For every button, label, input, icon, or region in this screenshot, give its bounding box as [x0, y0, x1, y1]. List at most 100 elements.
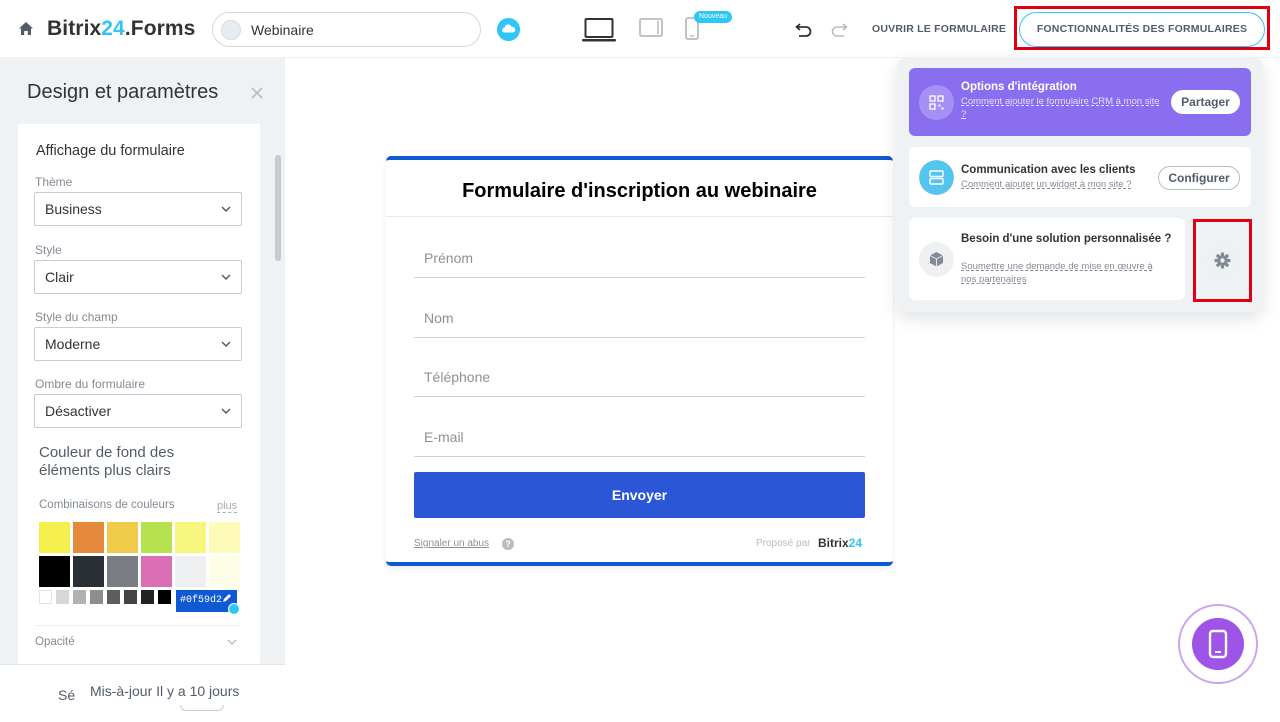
color-combos-label: Combinaisons de couleurs: [39, 499, 175, 511]
communication-title: Communication avec les clients: [961, 164, 1136, 176]
app-brand: Bitrix24.Forms: [47, 17, 196, 40]
color-swatch[interactable]: [175, 556, 206, 587]
color-swatch[interactable]: [39, 522, 70, 553]
redo-icon[interactable]: [830, 21, 848, 37]
feature-integration[interactable]: Options d'intégration Comment ajouter le…: [909, 68, 1251, 136]
mobile-preview-icon[interactable]: [1192, 618, 1244, 670]
form-thumbnail-icon: [221, 20, 241, 40]
divider: [386, 216, 893, 217]
chevron-down-icon: [221, 274, 231, 281]
integration-title: Options d'intégration: [961, 81, 1077, 93]
last-name-field[interactable]: [414, 298, 865, 338]
opacity-label: Opacité: [35, 636, 75, 648]
style-value: Clair: [45, 269, 74, 285]
gray-swatch[interactable]: [73, 590, 86, 604]
color-swatch[interactable]: [175, 522, 206, 553]
close-icon[interactable]: [250, 86, 264, 100]
configure-button[interactable]: Configurer: [1158, 166, 1240, 190]
section-form-display: Affichage du formulaire: [36, 143, 185, 159]
save-button[interactable]: Sé: [58, 687, 75, 703]
last-name-input[interactable]: [424, 308, 824, 328]
gray-swatch[interactable]: [39, 590, 52, 604]
cloud-save-icon[interactable]: [497, 18, 520, 41]
chevron-down-icon: [221, 206, 231, 213]
footer-tooltip-tail: [180, 705, 224, 711]
form-name-input[interactable]: [251, 21, 471, 39]
bitrix24-logo[interactable]: Bitrix24: [818, 536, 862, 550]
chevron-down-icon[interactable]: [227, 638, 237, 646]
color-swatch[interactable]: [39, 556, 70, 587]
update-status: Mis-à-jour Il y a 10 jours: [90, 683, 240, 699]
feature-client-communication[interactable]: Communication avec les clients Comment a…: [909, 147, 1251, 207]
form-shadow-select[interactable]: Désactiver: [34, 394, 242, 428]
undo-icon[interactable]: [795, 21, 813, 37]
top-bar: Bitrix24.Forms Nouveau OUVRIR LE FORMULA…: [0, 0, 1280, 58]
settings-card: Affichage du formulaire Thème Business S…: [18, 124, 260, 684]
gray-swatch[interactable]: [107, 590, 120, 604]
color-swatch[interactable]: [107, 556, 138, 587]
integration-help-link[interactable]: Comment ajouter le formulaire CRM à mon …: [961, 95, 1161, 121]
color-swatch[interactable]: [73, 556, 104, 587]
help-icon[interactable]: ?: [502, 538, 514, 550]
widget-icon: [919, 160, 954, 195]
first-name-field[interactable]: [414, 238, 865, 278]
gray-swatch[interactable]: [158, 590, 171, 604]
section-background-color: Couleur de fond des éléments plus clairs: [39, 444, 175, 479]
gray-swatch[interactable]: [124, 590, 137, 604]
report-abuse-link[interactable]: Signaler un abus: [414, 538, 489, 549]
submit-button[interactable]: Envoyer: [414, 472, 865, 518]
color-swatch[interactable]: [209, 556, 240, 587]
theme-label: Thème: [35, 175, 73, 189]
panel-title: Design et paramètres: [27, 81, 219, 103]
style-select[interactable]: Clair: [34, 260, 242, 294]
powered-by: Proposé par Bitrix24: [756, 536, 863, 550]
email-field[interactable]: [414, 417, 865, 457]
theme-select[interactable]: Business: [34, 192, 242, 226]
color-swatch[interactable]: [141, 522, 172, 553]
feature-custom-solution[interactable]: Besoin d'une solution personnalisée ? So…: [909, 218, 1185, 300]
tablet-view-icon[interactable]: [639, 18, 663, 37]
qr-code-icon: [919, 85, 954, 120]
custom-solution-link[interactable]: Soumettre une demande de mise en œuvre à…: [961, 260, 1166, 286]
phone-field[interactable]: [414, 357, 865, 397]
communication-help-link[interactable]: Comment ajouter un widget à mon site ?: [961, 178, 1161, 191]
design-settings-panel: Design et paramètres Affichage du formul…: [0, 58, 285, 722]
share-button[interactable]: Partager: [1171, 90, 1240, 114]
gray-swatch[interactable]: [141, 590, 154, 604]
scrollbar-thumb[interactable]: [275, 155, 281, 261]
open-form-link[interactable]: OUVRIR LE FORMULAIRE: [872, 23, 1006, 35]
form-shadow-value: Désactiver: [45, 403, 112, 419]
form-title: Formulaire d'inscription au webinaire: [462, 180, 817, 202]
desktop-view-icon[interactable]: [582, 18, 616, 42]
home-icon[interactable]: [18, 21, 34, 37]
box-icon: [919, 242, 954, 277]
chevron-down-icon: [221, 341, 231, 348]
phone-input[interactable]: [424, 367, 824, 387]
email-input[interactable]: [424, 427, 824, 447]
custom-solution-title: Besoin d'une solution personnalisée ?: [961, 233, 1172, 245]
form-name-field[interactable]: [212, 12, 481, 47]
color-swatch[interactable]: [73, 522, 104, 553]
color-combos-more-link[interactable]: plus: [217, 500, 238, 513]
pencil-icon: [223, 594, 231, 602]
check-icon: [228, 603, 240, 615]
highlight-frame-features: [1014, 6, 1270, 50]
field-style-label: Style du champ: [35, 310, 118, 324]
gray-swatch[interactable]: [56, 590, 69, 604]
color-swatch[interactable]: [209, 522, 240, 553]
form-shadow-label: Ombre du formulaire: [35, 377, 146, 391]
style-label: Style: [35, 243, 62, 257]
form-preview: Formulaire d'inscription au webinaire En…: [386, 156, 893, 566]
first-name-input[interactable]: [424, 248, 824, 268]
panel-footer: Sé Mis-à-jour Il y a 10 jours: [0, 664, 285, 722]
field-style-value: Moderne: [45, 336, 101, 352]
divider: [35, 625, 241, 626]
color-swatch[interactable]: [141, 556, 172, 587]
chevron-down-icon: [221, 408, 231, 415]
new-badge: Nouveau: [694, 11, 733, 23]
field-style-select[interactable]: Moderne: [34, 327, 242, 361]
gray-swatch[interactable]: [90, 590, 103, 604]
color-swatch[interactable]: [107, 522, 138, 553]
highlight-frame-gear: [1193, 219, 1252, 302]
theme-value: Business: [45, 201, 102, 217]
